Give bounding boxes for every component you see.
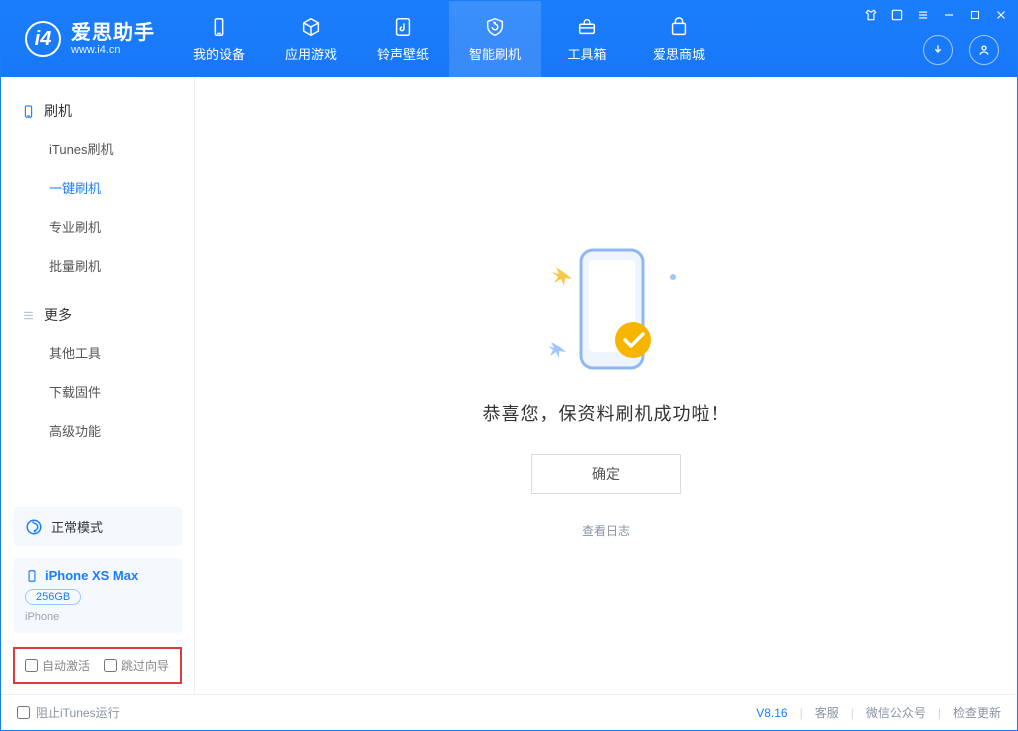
- footer-right: V8.16 | 客服 | 微信公众号 | 检查更新: [756, 704, 1001, 721]
- nav-label: 智能刷机: [469, 44, 521, 63]
- sidebar-group-more: 更多: [1, 297, 194, 333]
- header: i4 爱思助手 www.i4.cn 我的设备 应用游戏: [1, 1, 1017, 77]
- device-capacity: 256GB: [25, 589, 81, 605]
- separator: |: [800, 706, 803, 720]
- sidebar-item-batch-flash[interactable]: 批量刷机: [1, 246, 194, 285]
- cube-icon: [300, 16, 322, 38]
- app-subtitle: www.i4.cn: [71, 44, 155, 56]
- app-title: 爱思助手: [71, 22, 155, 44]
- logo-icon: i4: [25, 21, 61, 57]
- auto-activate-label: 自动激活: [42, 657, 90, 674]
- mode-box[interactable]: 正常模式: [13, 507, 182, 546]
- skip-guide-checkbox[interactable]: 跳过向导: [104, 657, 169, 674]
- store-icon: [668, 16, 690, 38]
- close-button[interactable]: [993, 7, 1009, 23]
- device-type: iPhone: [25, 611, 170, 623]
- nav-store[interactable]: 爱思商城: [633, 1, 725, 77]
- sidebar-item-pro-flash[interactable]: 专业刷机: [1, 207, 194, 246]
- footer: 阻止iTunes运行 V8.16 | 客服 | 微信公众号 | 检查更新: [1, 694, 1017, 730]
- music-file-icon: [392, 16, 414, 38]
- maximize-button[interactable]: [967, 7, 983, 23]
- minimize-button[interactable]: [941, 7, 957, 23]
- nav-label: 我的设备: [193, 44, 245, 63]
- device-name-row: iPhone XS Max: [25, 568, 170, 583]
- logo-text: 爱思助手 www.i4.cn: [71, 22, 155, 56]
- toolbox-icon: [576, 16, 598, 38]
- separator: |: [938, 706, 941, 720]
- view-log-link[interactable]: 查看日志: [582, 522, 630, 539]
- footer-left: 阻止iTunes运行: [17, 704, 120, 721]
- sidebar-item-advanced[interactable]: 高级功能: [1, 411, 194, 450]
- nav-toolbox[interactable]: 工具箱: [541, 1, 633, 77]
- top-nav: 我的设备 应用游戏 铃声壁纸 智能刷机: [173, 1, 725, 77]
- skip-guide-label: 跳过向导: [121, 657, 169, 674]
- confirm-button[interactable]: 确定: [531, 454, 681, 494]
- list-icon: [21, 308, 36, 323]
- main-content: 恭喜您，保资料刷机成功啦！ 确定 查看日志: [195, 77, 1017, 694]
- version-label: V8.16: [756, 706, 787, 720]
- footer-link-support[interactable]: 客服: [815, 704, 839, 721]
- nav-label: 应用游戏: [285, 44, 337, 63]
- group-title-label: 更多: [44, 305, 72, 325]
- mode-label: 正常模式: [51, 517, 103, 536]
- user-button[interactable]: [969, 35, 999, 65]
- nav-my-device[interactable]: 我的设备: [173, 1, 265, 77]
- sidebar-group-flash: 刷机: [1, 93, 194, 129]
- sidebar-item-other-tools[interactable]: 其他工具: [1, 333, 194, 372]
- nav-label: 铃声壁纸: [377, 44, 429, 63]
- sidebar-item-itunes-flash[interactable]: iTunes刷机: [1, 129, 194, 168]
- nav-smart-flash[interactable]: 智能刷机: [449, 1, 541, 77]
- auto-activate-checkbox[interactable]: 自动激活: [25, 657, 90, 674]
- shirt-icon[interactable]: [863, 7, 879, 23]
- block-itunes-label: 阻止iTunes运行: [36, 704, 120, 721]
- sidebar: 刷机 iTunes刷机 一键刷机 专业刷机 批量刷机 更多 其他工具 下载固件 …: [1, 77, 195, 694]
- footer-link-update[interactable]: 检查更新: [953, 704, 1001, 721]
- block-itunes-checkbox[interactable]: [17, 706, 30, 719]
- feedback-icon[interactable]: [889, 7, 905, 23]
- device-box[interactable]: iPhone XS Max 256GB iPhone: [13, 558, 182, 633]
- success-panel: 恭喜您，保资料刷机成功啦！ 确定 查看日志: [483, 232, 730, 539]
- header-right-actions: [923, 35, 999, 65]
- sidebar-item-onekey-flash[interactable]: 一键刷机: [1, 168, 194, 207]
- auto-activate-input[interactable]: [25, 659, 38, 672]
- separator: |: [851, 706, 854, 720]
- sidebar-scroll: 刷机 iTunes刷机 一键刷机 专业刷机 批量刷机 更多 其他工具 下载固件 …: [1, 77, 194, 501]
- success-message: 恭喜您，保资料刷机成功啦！: [483, 400, 730, 426]
- device-name: iPhone XS Max: [45, 568, 138, 583]
- mode-icon: [25, 518, 43, 536]
- menu-icon[interactable]: [915, 7, 931, 23]
- skip-guide-input[interactable]: [104, 659, 117, 672]
- nav-label: 爱思商城: [653, 44, 705, 63]
- group-title-label: 刷机: [44, 101, 72, 121]
- phone-icon: [21, 104, 36, 119]
- options-highlight-box: 自动激活 跳过向导: [13, 647, 182, 684]
- sidebar-item-download-firmware[interactable]: 下载固件: [1, 372, 194, 411]
- phone-success-illustration: [521, 232, 691, 382]
- device-icon: [208, 16, 230, 38]
- nav-ringtones-wallpapers[interactable]: 铃声壁纸: [357, 1, 449, 77]
- app-window: i4 爱思助手 www.i4.cn 我的设备 应用游戏: [0, 0, 1018, 731]
- download-button[interactable]: [923, 35, 953, 65]
- body: 刷机 iTunes刷机 一键刷机 专业刷机 批量刷机 更多 其他工具 下载固件 …: [1, 77, 1017, 694]
- phone-icon: [25, 569, 39, 583]
- nav-apps-games[interactable]: 应用游戏: [265, 1, 357, 77]
- window-controls: [863, 7, 1009, 23]
- logo-area: i4 爱思助手 www.i4.cn: [1, 1, 173, 77]
- footer-link-wechat[interactable]: 微信公众号: [866, 704, 926, 721]
- shield-refresh-icon: [484, 16, 506, 38]
- nav-label: 工具箱: [567, 44, 606, 63]
